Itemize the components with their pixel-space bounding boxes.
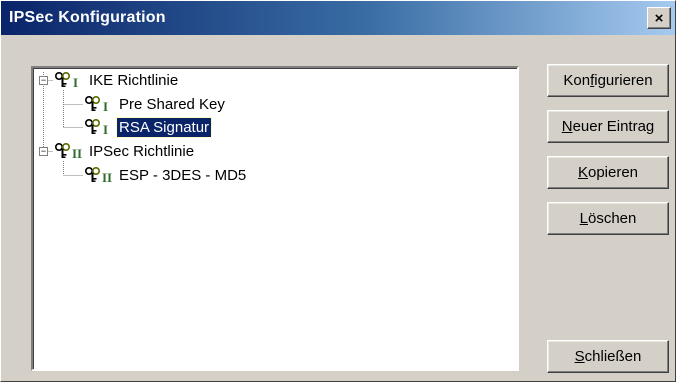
button-label: Löschen [580,210,637,227]
key-policy-icon: I [84,118,108,136]
key-policy-icon: I [54,71,78,89]
tree-node-pre-shared-key[interactable]: I Pre Shared Key [33,95,253,115]
tree-node-rsa-signature[interactable]: I RSA Signatur [33,117,253,138]
button-label: Schließen [575,348,642,365]
key-policy-icon: II [84,166,112,184]
new-entry-button[interactable]: Neuer Eintrag [547,110,669,143]
label-part: opieren [587,164,639,181]
button-label: Konfigurieren [563,72,652,89]
svg-text:I: I [103,99,108,113]
title-bar[interactable]: IPSec Konfiguration × [1,1,675,35]
label-part: öschen [587,210,637,227]
button-label: Kopieren [578,164,638,181]
mnemonic-letter: S [574,348,585,365]
close-icon: × [654,9,664,27]
ipsec-config-dialog: IPSec Konfiguration × − I IKE Richtlinie… [0,0,676,382]
label-part: Kon [563,72,591,89]
key-policy-icon: I [84,95,108,113]
close-button[interactable]: Schließen [547,340,669,373]
svg-text:I: I [73,75,78,89]
label-part: igurieren [594,72,653,89]
tree-node-label: IKE Richtlinie [89,72,179,89]
label-part: euer Eintrag [572,118,655,135]
collapse-toggle-icon[interactable]: − [39,76,48,85]
label-part: chließen [584,348,642,365]
tree-node-esp-3des-md5[interactable]: II ESP - 3DES - MD5 [33,166,273,186]
policy-tree-view[interactable]: − I IKE Richtlinie I Pre Shared Key I RS… [31,66,519,371]
close-window-button[interactable]: × [647,7,671,29]
tree-node-label-selected: RSA Signatur [115,117,213,138]
tree-node-ike-policy[interactable]: − I IKE Richtlinie [33,71,233,91]
key-policy-icon: II [54,142,82,160]
copy-button[interactable]: Kopieren [547,156,669,189]
configure-button[interactable]: Konfigurieren [547,64,669,97]
tree-node-ipsec-policy[interactable]: − II IPSec Richtlinie [33,142,253,162]
mnemonic-letter: L [579,210,588,227]
tree-node-label: Pre Shared Key [119,96,225,113]
svg-text:II: II [102,170,112,184]
delete-button[interactable]: Löschen [547,202,669,235]
window-title: IPSec Konfiguration [9,9,166,26]
tree-node-label: IPSec Richtlinie [89,143,195,160]
collapse-toggle-icon[interactable]: − [39,147,48,156]
button-label: Neuer Eintrag [562,118,655,135]
mnemonic-letter: N [561,118,573,135]
svg-text:II: II [72,146,82,160]
svg-text:I: I [103,122,108,136]
tree-node-label: ESP - 3DES - MD5 [119,167,247,184]
mnemonic-letter: K [577,164,588,181]
